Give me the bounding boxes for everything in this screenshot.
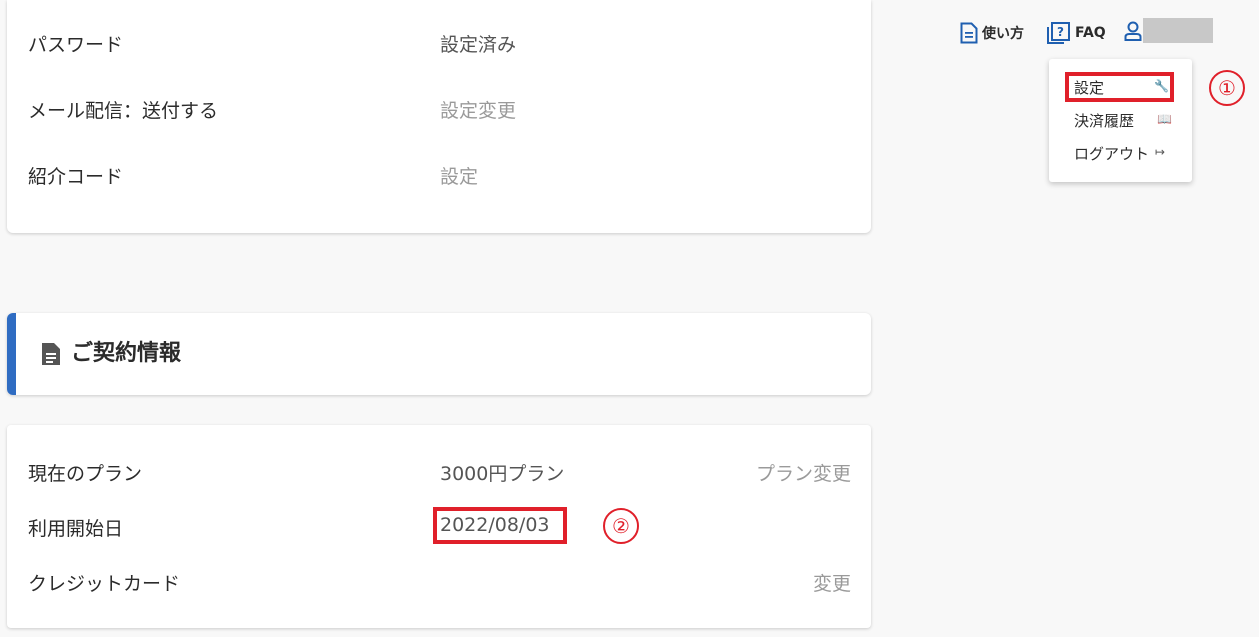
receipt-icon: 📖 [1157,112,1172,126]
document-icon [42,343,60,365]
current-plan-label: 現在のプラン [28,463,143,485]
change-plan-link[interactable]: プラン変更 [756,459,851,486]
svg-text:?: ? [1057,25,1064,39]
start-date-label: 利用開始日 [28,518,124,540]
mail-delivery-label: メール配信：送付する [28,100,219,122]
howto-link[interactable]: 使い方 [960,22,1024,44]
section-title: ご契約情報 [71,341,182,366]
mail-settings-link[interactable]: 設定変更 [440,96,516,123]
contract-section-header: ご契約情報 [7,313,871,395]
credit-card-label: クレジットカード [28,573,181,595]
menu-item-logout[interactable]: ログアウト [1074,143,1149,164]
settings-highlight-box [1065,72,1174,102]
username-redacted[interactable] [1143,18,1213,43]
menu-item-payment-history[interactable]: 決済履歴 [1074,110,1134,131]
annotation-two: ② [603,508,639,544]
password-value: 設定済み [440,34,517,56]
account-settings-card: パスワード 設定済み メール配信：送付する 設定変更 紹介コード 設定 [7,0,871,233]
faq-link[interactable]: ? FAQ [1047,22,1106,44]
password-label: パスワード [28,34,124,56]
logout-icon: ↦ [1155,145,1166,159]
annotation-one: ① [1209,70,1245,106]
change-card-link[interactable]: 変更 [813,569,851,596]
date-highlight-box [433,507,567,544]
accent-bar [7,313,16,395]
referral-code-label: 紹介コード [28,166,124,188]
help-icon: ? [1047,22,1070,44]
faq-label: FAQ [1075,25,1106,41]
referral-code-link[interactable]: 設定 [440,162,478,189]
howto-label: 使い方 [982,26,1024,42]
document-icon [960,22,978,44]
current-plan-value: 3000円プラン [440,463,565,485]
user-icon[interactable] [1124,21,1142,41]
